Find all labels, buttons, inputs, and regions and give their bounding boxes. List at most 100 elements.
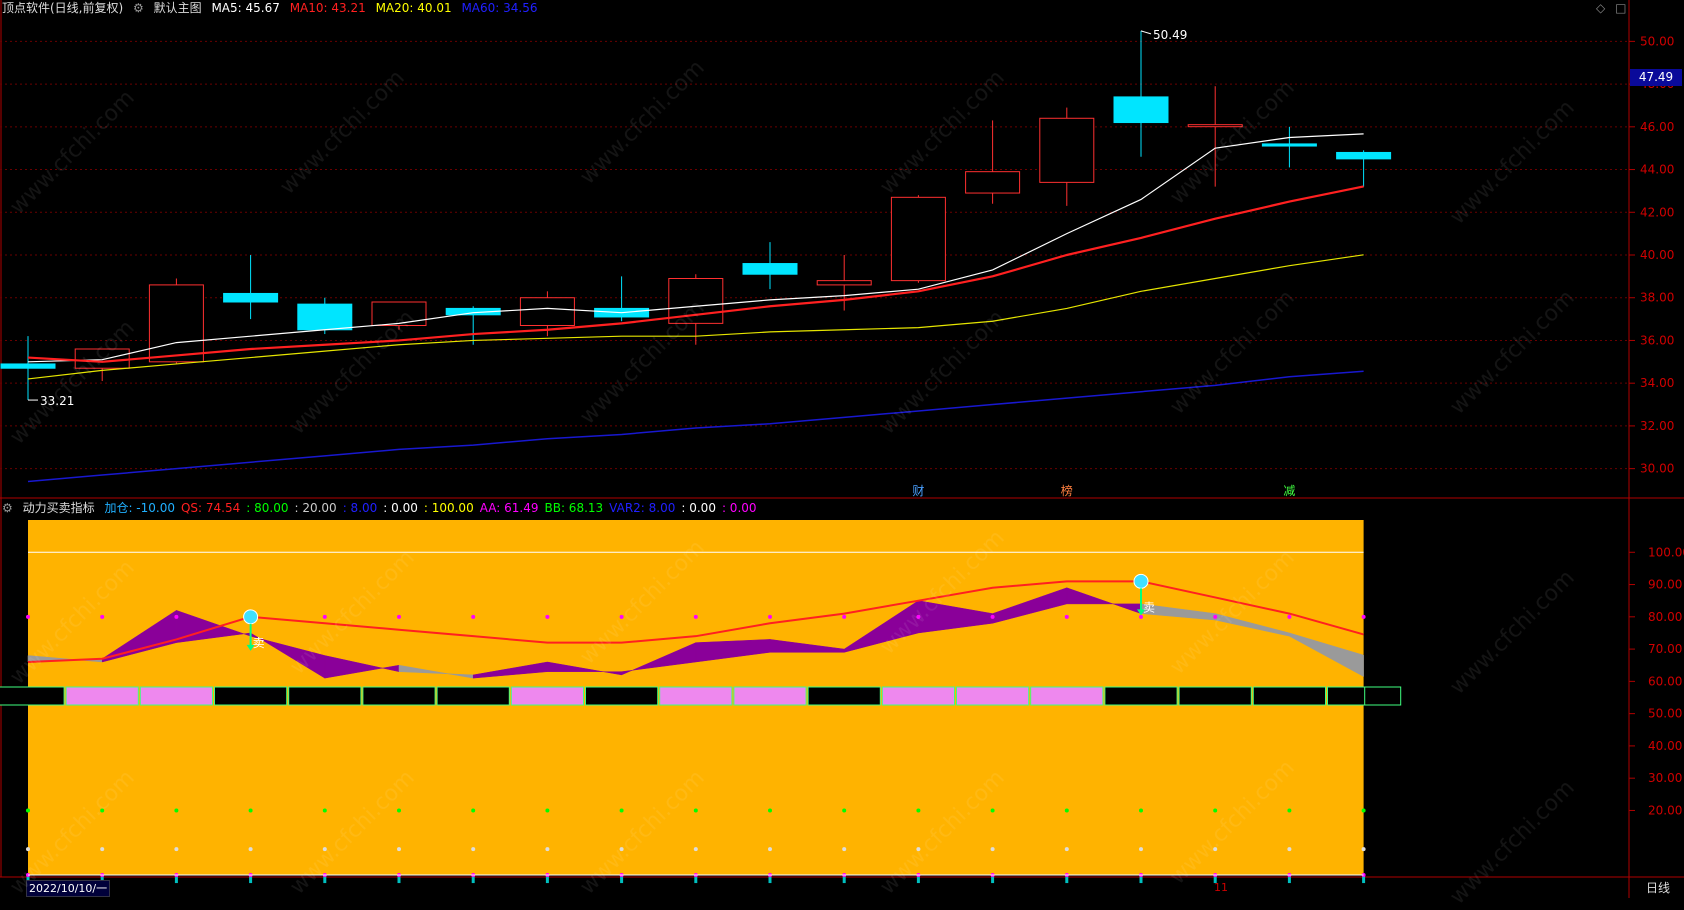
level-80-dot [1139, 614, 1143, 619]
candle-body [742, 263, 798, 275]
state-block [881, 686, 955, 706]
candle-body [148, 284, 204, 363]
state-block [0, 686, 65, 706]
level-80-dot [1361, 614, 1366, 619]
state-block [1178, 686, 1252, 706]
cursor-date-label: 2022/10/10/一 [26, 880, 111, 897]
level-20-dot [990, 808, 995, 813]
level-80-dot [471, 614, 476, 619]
level-8-dot [545, 847, 550, 852]
level-20-dot [471, 808, 476, 813]
period-label[interactable]: 日线 [1646, 880, 1670, 896]
price-axis-label: 36.00 [1640, 333, 1674, 347]
indicator-axis-label: 70.00 [1648, 642, 1682, 656]
state-block [436, 686, 510, 706]
stock-chart-window: 顶点软件(日线,前复权) ⚙ 默认主图 MA5: 45.67 MA10: 43.… [0, 0, 1684, 910]
candle-body [965, 171, 1021, 194]
candle-body [74, 348, 130, 369]
chart-canvas[interactable]: 50.0048.0046.0044.0042.0040.0038.0036.00… [0, 0, 1684, 898]
level-8-dot [1213, 847, 1218, 852]
state-block [139, 686, 213, 706]
price-axis-label: 42.00 [1640, 205, 1674, 219]
state-block [214, 686, 288, 706]
state-block [510, 686, 584, 706]
level-20-dot [842, 808, 847, 813]
level-80-dot [1287, 614, 1292, 619]
low-price-label: 33.21 [40, 394, 74, 408]
level-8-dot [397, 847, 401, 852]
candle-body [519, 297, 575, 326]
state-block [65, 686, 139, 706]
level-80-dot [1213, 614, 1218, 619]
level-8-dot [174, 847, 179, 852]
level-80-dot [768, 614, 772, 619]
level-8-dot [100, 847, 105, 852]
high-pointer [1140, 30, 1152, 35]
level-80-dot [26, 614, 30, 619]
level-80-dot [322, 614, 327, 619]
state-block [659, 686, 733, 706]
candle-body [1039, 117, 1095, 183]
price-axis-label: 32.00 [1640, 419, 1674, 433]
level-20-dot [768, 808, 772, 813]
level-20-dot [545, 808, 550, 813]
price-axis-label: 38.00 [1640, 291, 1674, 305]
candle-body [1187, 124, 1243, 128]
candle-body [1261, 143, 1317, 147]
state-block [1030, 686, 1104, 706]
indicator-axis-label: 100.00 [1648, 545, 1684, 559]
indicator-axis-label: 50.00 [1648, 707, 1682, 721]
indicator-axis-label: 40.00 [1648, 739, 1682, 753]
state-block [807, 686, 881, 706]
level-80-dot [842, 614, 847, 619]
level-20-dot [248, 808, 253, 813]
sell-label: 卖 [253, 636, 265, 650]
state-block [1104, 686, 1178, 706]
month-mark: 11 [1214, 881, 1228, 894]
level-8-dot [471, 847, 476, 852]
level-20-dot [1287, 808, 1292, 813]
level-80-dot [397, 614, 401, 619]
level-20-dot [1139, 808, 1143, 813]
indicator-axis-label: 30.00 [1648, 771, 1682, 785]
level-80-dot [990, 614, 995, 619]
level-80-dot [693, 614, 698, 619]
level-8-dot [768, 847, 772, 852]
price-axis-label: 44.00 [1640, 163, 1674, 177]
price-axis-label: 40.00 [1640, 248, 1674, 262]
indicator-axis-label: 80.00 [1648, 610, 1682, 624]
candle-body [890, 196, 946, 282]
price-axis-label: 46.00 [1640, 120, 1674, 134]
level-8-dot [322, 847, 327, 852]
indicator-axis-label: 60.00 [1648, 674, 1682, 688]
current-price-tag: 47.49 [1630, 69, 1682, 86]
level-80-dot [545, 614, 550, 619]
level-80-dot [1064, 614, 1069, 619]
state-block [362, 686, 436, 706]
candle-body [0, 363, 56, 369]
candle-body [816, 280, 872, 286]
level-20-dot [1361, 808, 1366, 813]
event-marker-0: 财 [912, 484, 924, 498]
level-8-dot [693, 847, 698, 852]
event-marker-2: 减 [1283, 484, 1295, 498]
state-block [1252, 686, 1327, 706]
candle-body [223, 292, 279, 303]
level-20-dot [397, 808, 401, 813]
level-20-dot [26, 808, 30, 813]
candle-body [1336, 151, 1392, 160]
level-80-dot [174, 614, 179, 619]
level-80-dot [916, 614, 921, 619]
state-block-tail [1364, 686, 1402, 706]
level-20-dot [174, 808, 179, 813]
level-8-dot [916, 847, 921, 852]
price-axis-label: 30.00 [1640, 462, 1674, 476]
level-8-dot [619, 847, 624, 852]
state-block [288, 686, 362, 706]
state-block [733, 686, 807, 706]
state-block [956, 686, 1030, 706]
level-20-dot [1064, 808, 1069, 813]
state-block [585, 686, 659, 706]
level-8-dot [26, 847, 30, 852]
candle-body [1113, 96, 1169, 124]
